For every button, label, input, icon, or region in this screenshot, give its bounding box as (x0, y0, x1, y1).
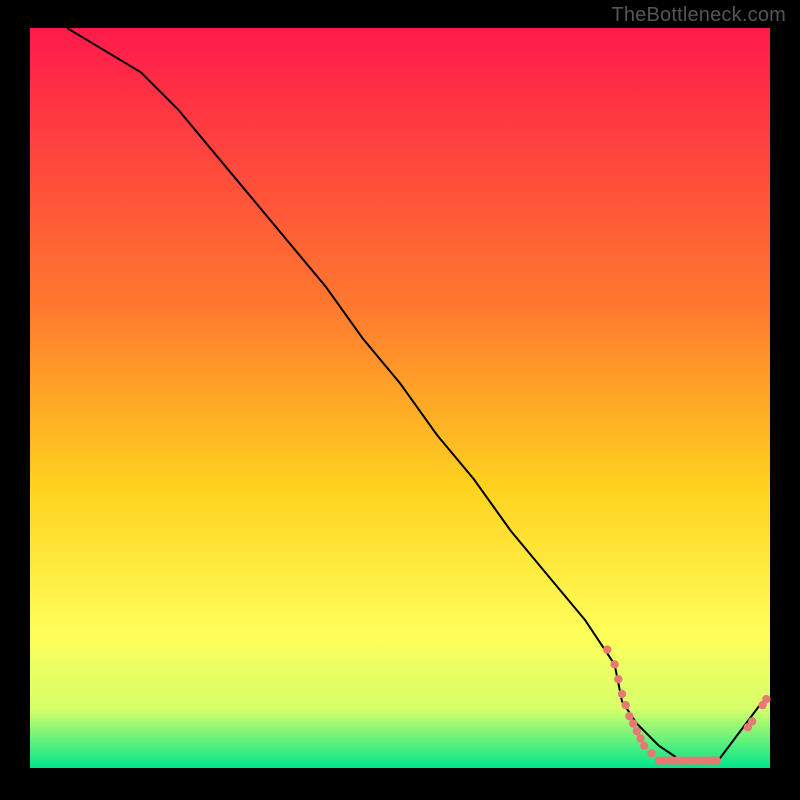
data-marker (647, 749, 655, 757)
chart-stage: TheBottleneck.com (0, 0, 800, 800)
data-marker (748, 717, 756, 725)
data-marker (614, 675, 622, 683)
data-marker (622, 701, 630, 709)
data-marker (640, 742, 648, 750)
data-marker (762, 695, 770, 703)
data-marker (629, 719, 637, 727)
bottleneck-chart (0, 0, 800, 800)
data-marker (618, 690, 626, 698)
gradient-background (30, 28, 770, 768)
data-marker (610, 660, 618, 668)
data-marker (625, 712, 633, 720)
data-marker (633, 727, 641, 735)
data-marker (713, 756, 721, 764)
data-marker (636, 734, 644, 742)
data-marker (603, 645, 611, 653)
